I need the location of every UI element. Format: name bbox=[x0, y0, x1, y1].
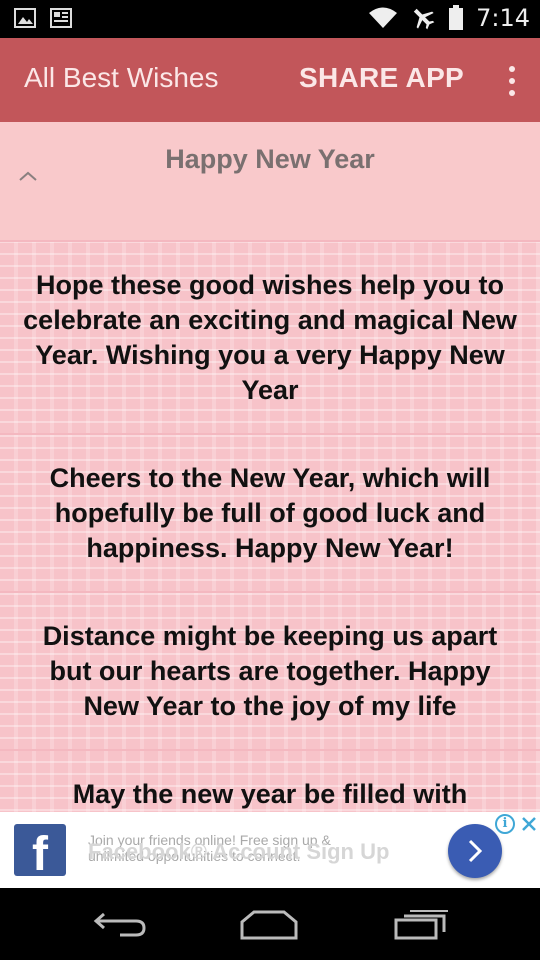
chevron-right-icon bbox=[468, 839, 483, 863]
clock: 7:14 bbox=[476, 4, 530, 32]
wish-card[interactable]: May the new year be filled with bbox=[0, 749, 540, 812]
system-icons: 7:14 bbox=[368, 4, 530, 32]
navigation-bar bbox=[0, 888, 540, 960]
wish-text: Hope these good wishes help you to celeb… bbox=[23, 269, 517, 405]
overflow-menu-icon[interactable] bbox=[506, 66, 518, 96]
section-header[interactable]: Happy New Year bbox=[0, 122, 540, 240]
wish-text: Distance might be keeping us apart but o… bbox=[42, 620, 498, 721]
ad-text[interactable]: Join your friends online! Free sign up &… bbox=[88, 832, 418, 872]
status-bar: 7:14 bbox=[0, 0, 540, 38]
ad-close-icon[interactable] bbox=[520, 814, 538, 834]
back-icon[interactable] bbox=[92, 908, 148, 938]
wish-text: Cheers to the New Year, which will hopef… bbox=[49, 462, 491, 563]
ad-open-button[interactable] bbox=[448, 824, 502, 878]
recent-apps-icon[interactable] bbox=[394, 908, 450, 940]
share-app-button[interactable]: SHARE APP bbox=[299, 62, 464, 94]
app-bar: All Best Wishes SHARE APP bbox=[0, 38, 540, 122]
facebook-logo-icon[interactable]: f bbox=[14, 824, 66, 876]
wish-card[interactable]: Hope these good wishes help you to celeb… bbox=[0, 240, 540, 433]
notification-icons bbox=[14, 8, 72, 28]
news-icon bbox=[50, 8, 72, 28]
ad-headline: Facebook® Account Sign Up bbox=[88, 839, 390, 864]
section-title: Happy New Year bbox=[165, 144, 375, 174]
wish-card[interactable]: Distance might be keeping us apart but o… bbox=[0, 591, 540, 749]
ad-info-icon[interactable]: i bbox=[495, 814, 515, 834]
home-icon[interactable] bbox=[240, 910, 298, 940]
airplane-icon bbox=[413, 8, 435, 30]
wish-text: May the new year be filled with bbox=[72, 779, 468, 809]
battery-icon bbox=[449, 5, 464, 30]
gallery-icon bbox=[14, 8, 36, 28]
wishes-list[interactable]: Happy New Year Hope these good wishes he… bbox=[0, 122, 540, 812]
wish-card[interactable]: Cheers to the New Year, which will hopef… bbox=[0, 433, 540, 591]
app-title: All Best Wishes bbox=[24, 62, 219, 93]
wifi-icon bbox=[369, 7, 398, 28]
